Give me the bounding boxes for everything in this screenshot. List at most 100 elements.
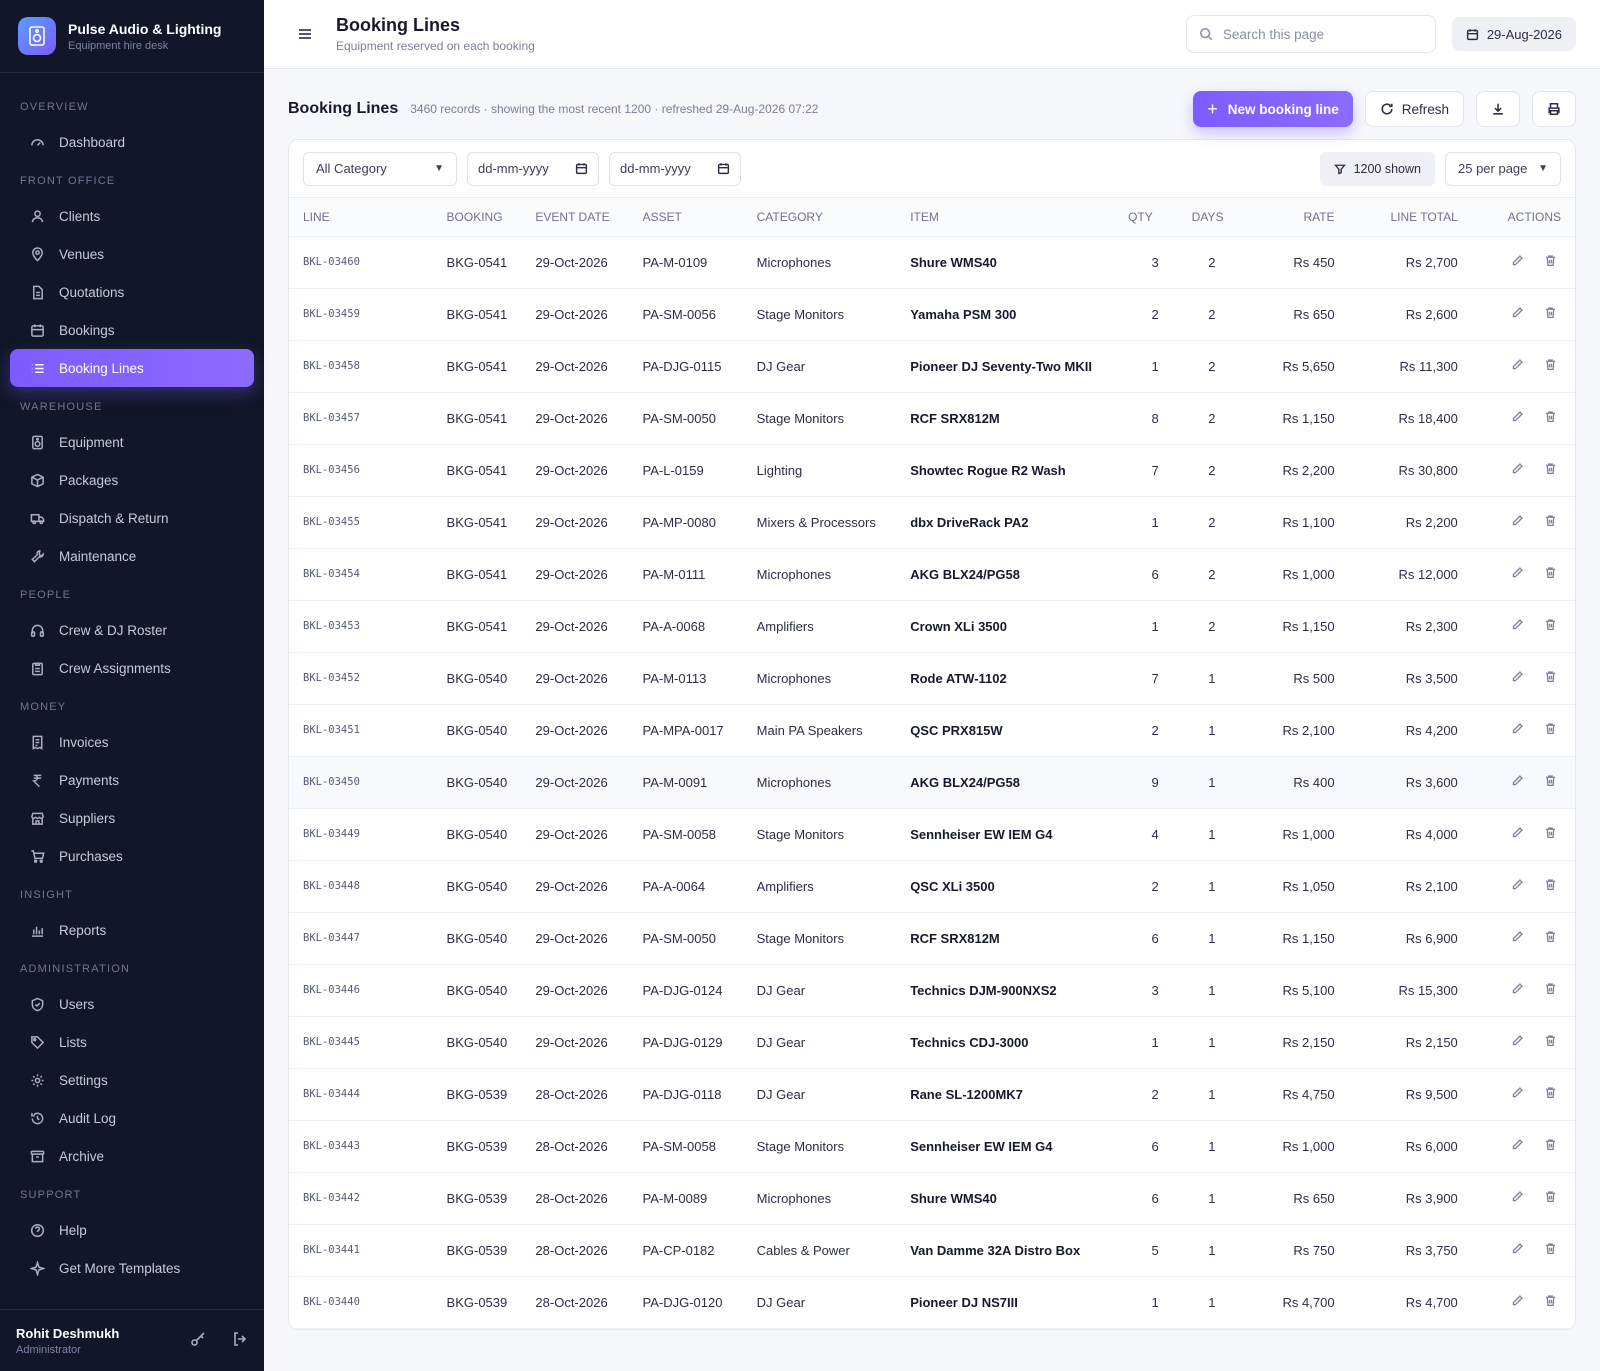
table-row[interactable]: BKL-03441 BKG-0539 28-Oct-2026 PA-CP-0182 Ca…	[289, 1224, 1575, 1277]
sidebar-item-users[interactable]: Users	[10, 985, 254, 1023]
table-row[interactable]: BKL-03455 BKG-0541 29-Oct-2026 PA-MP-0080 Mi…	[289, 496, 1575, 549]
column-header-category[interactable]: Category	[750, 198, 905, 237]
trash-icon[interactable]	[1544, 306, 1557, 322]
sidebar-item-clients[interactable]: Clients	[10, 197, 254, 235]
column-header-qty[interactable]: Qty	[1118, 198, 1159, 237]
trash-icon[interactable]	[1544, 1034, 1557, 1050]
trash-icon[interactable]	[1544, 358, 1557, 374]
edit-icon[interactable]	[1511, 930, 1524, 946]
edit-icon[interactable]	[1511, 1086, 1524, 1102]
edit-icon[interactable]	[1511, 722, 1524, 738]
table-row[interactable]: BKL-03446 BKG-0540 29-Oct-2026 PA-DJG-0124 D…	[289, 964, 1575, 1017]
trash-icon[interactable]	[1544, 1190, 1557, 1206]
edit-icon[interactable]	[1511, 878, 1524, 894]
sidebar-item-reports[interactable]: Reports	[10, 911, 254, 949]
trash-icon[interactable]	[1544, 1138, 1557, 1154]
sidebar-item-lists[interactable]: Lists	[10, 1023, 254, 1061]
sidebar-item-crew-dj-roster[interactable]: Crew & DJ Roster	[10, 611, 254, 649]
sidebar-item-dispatch-return[interactable]: Dispatch & Return	[10, 499, 254, 537]
table-row[interactable]: BKL-03453 BKG-0541 29-Oct-2026 PA-A-0068 Amp…	[289, 600, 1575, 653]
sidebar-item-maintenance[interactable]: Maintenance	[10, 537, 254, 575]
edit-icon[interactable]	[1511, 514, 1524, 530]
edit-icon[interactable]	[1511, 462, 1524, 478]
table-row[interactable]: BKL-03452 BKG-0540 29-Oct-2026 PA-M-0113 Mic…	[289, 652, 1575, 705]
table-row[interactable]: BKL-03460 BKG-0541 29-Oct-2026 PA-M-0109 Mic…	[289, 236, 1575, 289]
sidebar-item-crew-assignments[interactable]: Crew Assignments	[10, 649, 254, 687]
edit-icon[interactable]	[1511, 1242, 1524, 1258]
table-row[interactable]: BKL-03450 BKG-0540 29-Oct-2026 PA-M-0091 Mic…	[289, 756, 1575, 809]
column-header-actions[interactable]: Actions	[1463, 198, 1575, 237]
sidebar-item-settings[interactable]: Settings	[10, 1061, 254, 1099]
column-header-asset[interactable]: Asset	[636, 198, 751, 237]
trash-icon[interactable]	[1544, 566, 1557, 582]
new-booking-line-button[interactable]: + New booking line	[1193, 91, 1353, 127]
edit-icon[interactable]	[1511, 618, 1524, 634]
trash-icon[interactable]	[1544, 826, 1557, 842]
trash-icon[interactable]	[1544, 254, 1557, 270]
print-button[interactable]	[1532, 91, 1576, 127]
table-row[interactable]: BKL-03445 BKG-0540 29-Oct-2026 PA-DJG-0129 D…	[289, 1016, 1575, 1069]
table-row[interactable]: BKL-03440 BKG-0539 28-Oct-2026 PA-DJG-0120 D…	[289, 1276, 1575, 1329]
edit-icon[interactable]	[1511, 306, 1524, 322]
edit-icon[interactable]	[1511, 254, 1524, 270]
date-to-input[interactable]: dd-mm-yyyy	[609, 151, 741, 186]
edit-icon[interactable]	[1511, 1138, 1524, 1154]
column-header-booking[interactable]: Booking	[440, 198, 530, 237]
sidebar-item-booking-lines[interactable]: Booking Lines	[10, 349, 254, 387]
column-header-rate[interactable]: Rate	[1229, 198, 1341, 237]
edit-icon[interactable]	[1511, 1294, 1524, 1310]
trash-icon[interactable]	[1544, 618, 1557, 634]
sidebar-item-help[interactable]: Help	[10, 1211, 254, 1249]
edit-icon[interactable]	[1511, 358, 1524, 374]
trash-icon[interactable]	[1544, 774, 1557, 790]
sidebar-item-venues[interactable]: Venues	[10, 235, 254, 273]
column-header-item[interactable]: Item	[904, 198, 1119, 237]
trash-icon[interactable]	[1544, 1294, 1557, 1310]
trash-icon[interactable]	[1544, 462, 1557, 478]
trash-icon[interactable]	[1544, 670, 1557, 686]
date-from-input[interactable]: dd-mm-yyyy	[467, 151, 599, 186]
trash-icon[interactable]	[1544, 982, 1557, 998]
edit-icon[interactable]	[1511, 1034, 1524, 1050]
table-row[interactable]: BKL-03448 BKG-0540 29-Oct-2026 PA-A-0064 Amp…	[289, 860, 1575, 913]
table-row[interactable]: BKL-03447 BKG-0540 29-Oct-2026 PA-SM-0050 St…	[289, 912, 1575, 965]
per-page-select[interactable]: 25 per page ▼	[1445, 151, 1561, 186]
sidebar-item-bookings[interactable]: Bookings	[10, 311, 254, 349]
trash-icon[interactable]	[1544, 1086, 1557, 1102]
trash-icon[interactable]	[1544, 410, 1557, 426]
sidebar-item-quotations[interactable]: Quotations	[10, 273, 254, 311]
table-row[interactable]: BKL-03442 BKG-0539 28-Oct-2026 PA-M-0089 Mic…	[289, 1172, 1575, 1225]
table-row[interactable]: BKL-03449 BKG-0540 29-Oct-2026 PA-SM-0058 St…	[289, 808, 1575, 861]
category-select[interactable]: All Category ▼	[303, 151, 457, 186]
table-row[interactable]: BKL-03443 BKG-0539 28-Oct-2026 PA-SM-0058 St…	[289, 1120, 1575, 1173]
edit-icon[interactable]	[1511, 774, 1524, 790]
column-header-line-total[interactable]: Line Total	[1340, 198, 1464, 237]
column-header-event-date[interactable]: Event Date	[529, 198, 637, 237]
table-row[interactable]: BKL-03454 BKG-0541 29-Oct-2026 PA-M-0111 Mic…	[289, 548, 1575, 601]
edit-icon[interactable]	[1511, 826, 1524, 842]
sidebar-item-invoices[interactable]: Invoices	[10, 723, 254, 761]
table-row[interactable]: BKL-03456 BKG-0541 29-Oct-2026 PA-L-0159 Lig…	[289, 444, 1575, 497]
edit-icon[interactable]	[1511, 1190, 1524, 1206]
trash-icon[interactable]	[1544, 930, 1557, 946]
sidebar-item-equipment[interactable]: Equipment	[10, 423, 254, 461]
trash-icon[interactable]	[1544, 878, 1557, 894]
edit-icon[interactable]	[1511, 566, 1524, 582]
menu-icon[interactable]	[296, 25, 314, 43]
search-input[interactable]: Search this page	[1185, 15, 1436, 53]
trash-icon[interactable]	[1544, 1242, 1557, 1258]
table-row[interactable]: BKL-03459 BKG-0541 29-Oct-2026 PA-SM-0056 St…	[289, 288, 1575, 341]
table-row[interactable]: BKL-03444 BKG-0539 28-Oct-2026 PA-DJG-0118 D…	[289, 1068, 1575, 1121]
column-header-days[interactable]: Days	[1158, 198, 1230, 237]
current-date[interactable]: 29-Aug-2026	[1451, 17, 1576, 51]
sidebar-item-suppliers[interactable]: Suppliers	[10, 799, 254, 837]
sidebar-item-packages[interactable]: Packages	[10, 461, 254, 499]
table-row[interactable]: BKL-03457 BKG-0541 29-Oct-2026 PA-SM-0050 St…	[289, 392, 1575, 445]
sidebar-item-archive[interactable]: Archive	[10, 1137, 254, 1175]
edit-icon[interactable]	[1511, 410, 1524, 426]
edit-icon[interactable]	[1511, 982, 1524, 998]
sidebar-item-audit-log[interactable]: Audit Log	[10, 1099, 254, 1137]
trash-icon[interactable]	[1544, 514, 1557, 530]
refresh-button[interactable]: Refresh	[1364, 91, 1464, 127]
table-row[interactable]: BKL-03458 BKG-0541 29-Oct-2026 PA-DJG-0115 D…	[289, 340, 1575, 393]
